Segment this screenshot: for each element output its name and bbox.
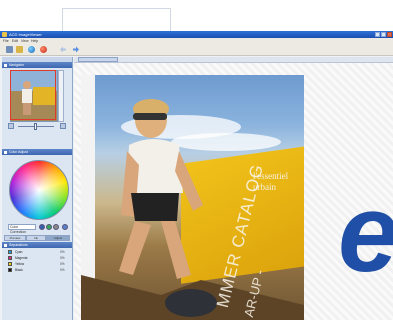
zoom-out-icon[interactable] (8, 123, 14, 129)
window-title: ACD ImageViewer (9, 32, 42, 37)
brand-logo-e: e (338, 179, 393, 289)
open-icon[interactable] (16, 46, 23, 53)
separations-header[interactable]: Separations (2, 242, 72, 248)
menu-view[interactable]: View (21, 39, 29, 43)
menu-file[interactable]: File (3, 39, 9, 43)
gray-swatch-icon[interactable] (53, 224, 59, 230)
magenta-swatch (8, 256, 12, 260)
title-bar: ACD ImageViewer (0, 31, 393, 38)
collapse-icon[interactable] (4, 63, 7, 67)
color-adjust-header[interactable]: Color Adjust (2, 149, 72, 155)
navigator-header[interactable]: Navigator (2, 62, 72, 68)
tab-ink[interactable]: Ink (26, 235, 46, 241)
zoom-controls (8, 123, 66, 130)
color-adjust-title: Color Adjust (9, 150, 28, 154)
color-icon[interactable] (40, 46, 47, 53)
maximize-icon[interactable] (381, 32, 386, 37)
separation-row-cyan[interactable]: Cyan 0% (8, 250, 68, 255)
separation-row-black[interactable]: Black 0% (8, 268, 68, 273)
color-correction-field[interactable]: Color Correction (8, 224, 36, 234)
separations-title: Separations (9, 243, 28, 247)
catalog-page-image: l'essentiel urbain MMER CATALOG AR-UP - (81, 75, 304, 320)
zoom-slider-thumb[interactable] (34, 123, 37, 130)
toolbar (0, 44, 393, 56)
separation-row-magenta[interactable]: Magenta 0% (8, 256, 68, 261)
document-tab-strip (74, 57, 393, 63)
navigator-title: Navigator (9, 63, 24, 67)
separation-name: Magenta (15, 256, 28, 260)
save-icon[interactable] (6, 46, 13, 53)
image-viewer-window: ACD ImageViewer File Edit View Help Navi… (0, 31, 393, 320)
menu-help[interactable]: Help (31, 39, 38, 43)
close-icon[interactable] (387, 32, 392, 37)
app-icon (2, 32, 7, 37)
separation-name: Black (15, 268, 23, 272)
green-swatch-icon[interactable] (46, 224, 52, 230)
back-arrow-icon[interactable] (60, 46, 67, 53)
separation-row-yellow[interactable]: Yellow 0% (8, 262, 68, 267)
separations-tabs: Preview Ink Adjust (4, 235, 70, 241)
menu-edit[interactable]: Edit (12, 39, 18, 43)
tab-adjust[interactable]: Adjust (46, 235, 70, 241)
separation-value: 0% (60, 262, 65, 266)
separation-name: Cyan (15, 250, 23, 254)
color-wheel[interactable] (9, 160, 69, 220)
separation-value: 0% (60, 250, 65, 254)
tab-preview[interactable]: Preview (4, 235, 26, 241)
black-swatch (8, 268, 12, 272)
collapse-icon[interactable] (4, 150, 7, 154)
forward-arrow-icon[interactable] (72, 46, 79, 53)
separation-name: Yellow (15, 262, 25, 266)
globe-icon[interactable] (28, 46, 35, 53)
minimize-icon[interactable] (375, 32, 380, 37)
reset-icon[interactable] (62, 224, 68, 230)
blue-swatch-icon[interactable] (39, 224, 45, 230)
color-correction-row: Color Correction (8, 224, 70, 234)
document-tab[interactable] (78, 57, 118, 62)
side-panel: Navigator Color Adjust Color Correction … (2, 57, 73, 320)
collapse-icon[interactable] (4, 243, 7, 247)
separation-value: 0% (60, 268, 65, 272)
cyan-swatch (8, 250, 12, 254)
navigator-view-frame[interactable] (10, 70, 56, 120)
zoom-in-icon[interactable] (60, 123, 66, 129)
navigator-scrollbar[interactable] (58, 70, 64, 122)
separation-value: 0% (60, 256, 65, 260)
model-figure (81, 99, 304, 320)
yellow-swatch (8, 262, 12, 266)
empty-outline-box (62, 8, 171, 32)
